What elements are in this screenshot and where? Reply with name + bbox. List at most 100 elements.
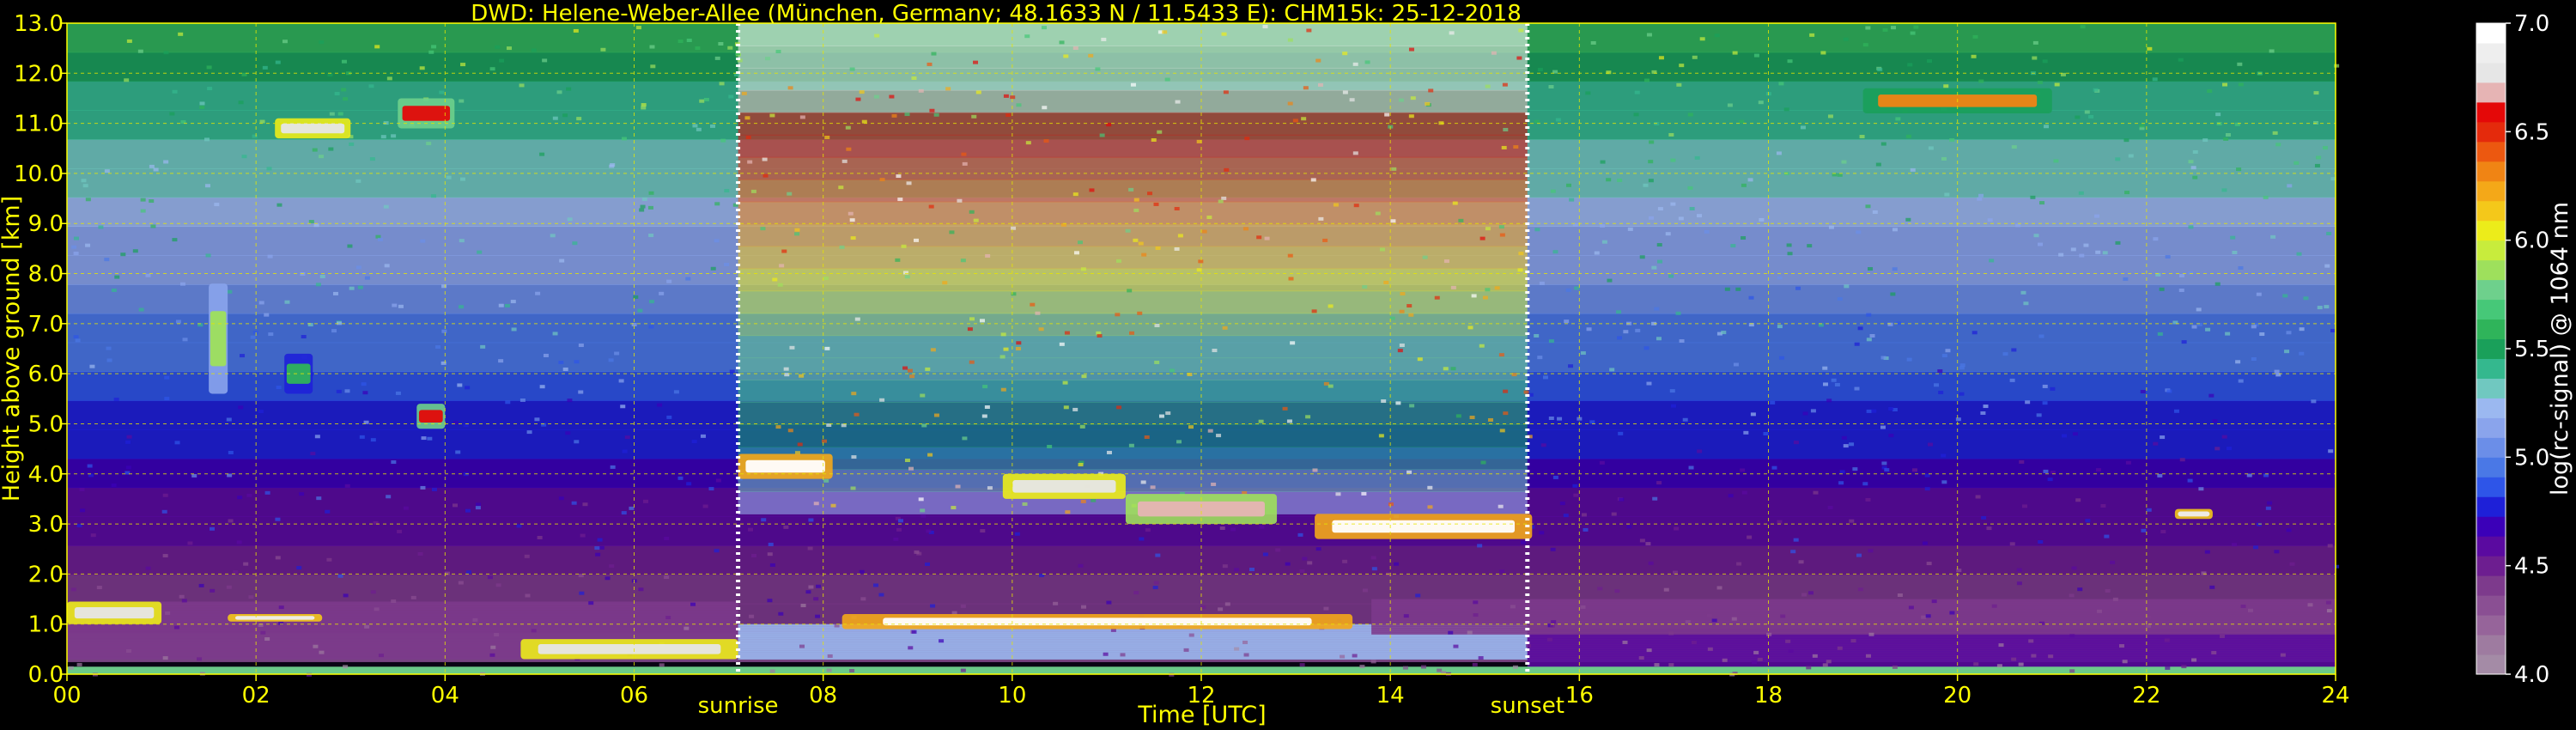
heatmap-cell [1704,229,1710,234]
heatmap-cell [1649,216,1655,220]
y-tick-label: 7.0 [28,312,64,338]
heatmap-cell [2178,288,2184,292]
heatmap-cell [677,476,683,480]
heatmap-cell [979,319,985,323]
heatmap-cell [1129,331,1135,335]
heatmap-cell [2324,264,2330,268]
heatmap-cell [2166,389,2172,393]
heatmap-cell [1880,425,1886,429]
heatmap-cell [120,252,126,257]
heatmap-cell [2042,59,2048,64]
heatmap-cell [207,87,213,91]
y-tick-label: 9.0 [28,211,64,237]
y-tick-label: 13.0 [14,11,64,37]
heatmap-cell [896,174,902,179]
heatmap-cell [1676,82,1682,87]
heatmap-cell [125,440,131,444]
heatmap-cell [1145,528,1151,532]
heatmap-cell [738,156,1528,180]
heatmap-cell [594,546,600,551]
heatmap-cell [525,593,531,598]
heatmap-cell [738,268,1528,292]
heatmap-cell [1884,468,1890,472]
heatmap-cell [2237,62,2243,66]
heatmap-cell [173,625,179,630]
heatmap-cell [169,112,175,116]
heatmap-cell [1931,599,1937,604]
heatmap-cell [1668,663,1674,667]
heatmap-cell [1072,192,1078,197]
heatmap-cell [2317,306,2323,310]
heatmap-cell [2058,252,2064,257]
heatmap-cell [377,237,383,241]
heatmap-cell [904,113,910,117]
heatmap-cell [1910,31,1916,35]
heatmap-cell [137,49,143,53]
heatmap-cell [772,277,778,282]
heatmap-cell [2248,608,2254,612]
heatmap-cell [2053,159,2059,163]
heatmap-cell [67,624,738,629]
heatmap-cell [718,41,724,46]
heatmap-cell [337,574,343,578]
heatmap-cell [2187,478,2193,483]
heatmap-cell [2139,124,2145,128]
heatmap-cell [2221,435,2227,439]
heatmap-cell [1480,460,1486,465]
cloud-core [234,616,315,620]
heatmap-cell [1854,342,1860,346]
heatmap-cell [458,581,464,585]
heatmap-cell [787,86,793,90]
colorbar-swatch [2476,437,2506,458]
heatmap-cell [1600,160,1606,164]
heatmap-cell [1230,527,1236,532]
heatmap-cell [1025,141,1031,145]
x-tick-label: 08 [809,683,837,709]
heatmap-cell [1035,311,1041,315]
heatmap-cell [140,198,146,202]
heatmap-cell [198,583,204,587]
heatmap-cell [1448,630,1454,635]
backscatter-heatmap [67,23,2340,677]
heatmap-cell [2157,332,2163,336]
heatmap-cell [1015,346,1021,350]
heatmap-cell [258,410,264,414]
heatmap-cell [1657,259,1663,264]
heatmap-cell [499,58,505,63]
heatmap-cell [2152,77,2158,82]
heatmap-cell [2232,250,2238,254]
heatmap-cell [1922,541,1928,545]
heatmap-cell [1303,86,1309,90]
heatmap-cell [664,575,670,580]
heatmap-cell [531,48,537,52]
heatmap-cell [911,630,917,634]
heatmap-cell [1656,481,1662,485]
heatmap-cell [1211,482,1217,486]
heatmap-cell [1391,167,1397,171]
heatmap-cell [1872,210,1878,214]
heatmap-cell [1941,354,1947,358]
heatmap-cell [1428,88,1434,93]
heatmap-cell [2313,91,2319,95]
heatmap-cell [924,562,930,566]
heatmap-cell [1852,467,1858,471]
heatmap-cell [2038,334,2044,338]
heatmap-cell [2274,550,2280,554]
heatmap-cell [2016,581,2022,586]
heatmap-cell [106,346,112,350]
heatmap-cell [768,542,774,546]
heatmap-cell [1665,232,1671,236]
heatmap-cell [1801,593,1807,597]
heatmap-cell [2115,240,2121,245]
heatmap-cell [1617,178,1623,182]
heatmap-cell [1016,103,1022,107]
heatmap-cell [428,50,434,54]
heatmap-cell [1340,654,1346,659]
heatmap-cell [85,243,91,247]
heatmap-cell [2147,46,2153,51]
heatmap-cell [1658,56,1664,60]
heatmap-cell [1064,331,1070,335]
heatmap-cell [1503,389,1509,393]
heatmap-cell [659,291,665,295]
heatmap-cell [2023,301,2029,306]
